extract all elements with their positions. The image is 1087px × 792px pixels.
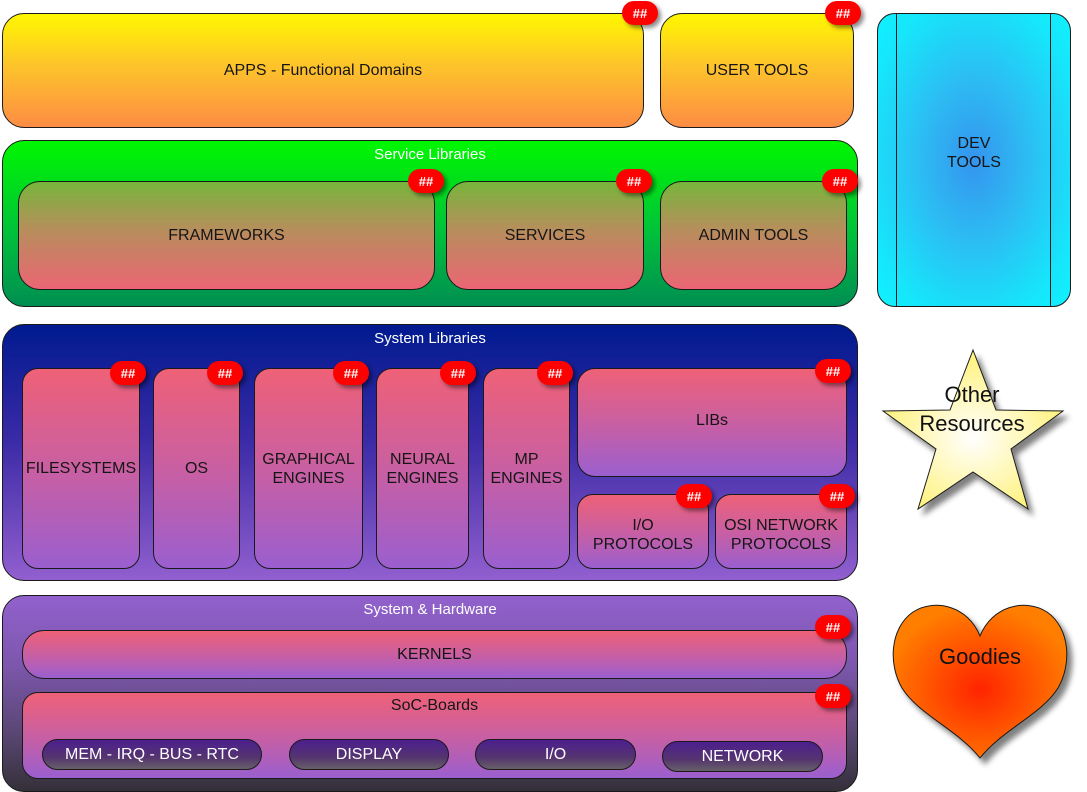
admin-tools-label: ADMIN TOOLS: [698, 227, 809, 244]
apps-functional-domains-box[interactable]: APPS - Functional Domains: [2, 13, 644, 128]
mp-engines-label: MP ENGINES: [490, 450, 563, 487]
osi-network-protocols-badge[interactable]: ##: [819, 484, 855, 508]
user-tools-badge[interactable]: ##: [825, 1, 861, 25]
mp-engines-box[interactable]: MP ENGINES: [483, 368, 570, 569]
service-libraries-title: Service Libraries: [374, 146, 486, 163]
graphical-engines-box[interactable]: GRAPHICAL ENGINES: [254, 368, 363, 569]
services-label: SERVICES: [504, 227, 586, 244]
kernels-box[interactable]: KERNELS: [22, 630, 847, 679]
osi-network-protocols-label: OSI NETWORK PROTOCOLS: [724, 516, 838, 553]
goodies-heart[interactable]: Goodies: [880, 592, 1080, 772]
kernels-badge[interactable]: ##: [815, 615, 851, 639]
io-component[interactable]: I/O: [475, 739, 636, 770]
kernels-label: KERNELS: [397, 646, 472, 663]
soc-boards-label: SoC-Boards: [390, 697, 479, 714]
neural-engines-box[interactable]: NEURAL ENGINES: [376, 368, 469, 569]
user-tools-box[interactable]: USER TOOLS: [660, 13, 854, 128]
filesystems-badge[interactable]: ##: [110, 361, 146, 385]
system-libraries-title: System Libraries: [374, 330, 486, 347]
os-badge[interactable]: ##: [207, 361, 243, 385]
mem-irq-bus-rtc-label: MEM - IRQ - BUS - RTC: [65, 745, 239, 763]
system-hardware-title: System & Hardware: [363, 601, 497, 618]
dev-tools-left-rule: [896, 14, 897, 306]
neural-engines-label: NEURAL ENGINES: [386, 450, 459, 487]
mem-irq-bus-rtc-component[interactable]: MEM - IRQ - BUS - RTC: [42, 739, 262, 770]
network-component[interactable]: NETWORK: [662, 741, 823, 772]
admin-tools-badge[interactable]: ##: [822, 169, 858, 193]
apps-badge[interactable]: ##: [622, 1, 658, 25]
heart-shape: [892, 604, 1068, 759]
services-badge[interactable]: ##: [616, 169, 652, 193]
admin-tools-box[interactable]: ADMIN TOOLS: [660, 181, 847, 290]
apps-label: APPS - Functional Domains: [223, 62, 423, 79]
dev-tools-right-rule: [1050, 14, 1051, 306]
frameworks-label: FRAMEWORKS: [168, 227, 285, 244]
graphical-engines-badge[interactable]: ##: [333, 361, 369, 385]
io-protocols-label: I/O PROTOCOLS: [592, 516, 694, 553]
libs-label: LIBs: [695, 412, 728, 429]
user-tools-label: USER TOOLS: [705, 62, 809, 79]
heart-label: Goodies: [939, 644, 1021, 669]
os-label: OS: [184, 460, 209, 477]
services-box[interactable]: SERVICES: [446, 181, 644, 290]
graphical-engines-label: GRAPHICAL ENGINES: [262, 450, 355, 487]
filesystems-box[interactable]: FILESYSTEMS: [22, 368, 140, 569]
neural-engines-badge[interactable]: ##: [440, 361, 476, 385]
network-label: NETWORK: [701, 747, 784, 765]
dev-tools-box[interactable]: DEV TOOLS: [877, 13, 1071, 307]
star-label-line1: Other: [944, 382, 999, 407]
filesystems-label: FILESYSTEMS: [25, 460, 137, 477]
display-label: DISPLAY: [335, 745, 403, 763]
display-component[interactable]: DISPLAY: [289, 739, 449, 770]
soc-boards-badge[interactable]: ##: [815, 684, 851, 708]
io-protocols-badge[interactable]: ##: [676, 484, 712, 508]
dev-tools-label: DEV TOOLS: [947, 135, 1001, 171]
mp-engines-badge[interactable]: ##: [537, 361, 573, 385]
libs-box[interactable]: LIBs: [577, 368, 847, 477]
io-label: I/O: [544, 745, 567, 763]
other-resources-star[interactable]: Other Resources: [870, 340, 1080, 525]
frameworks-badge[interactable]: ##: [408, 169, 444, 193]
star-label-line2: Resources: [919, 411, 1024, 436]
libs-badge[interactable]: ##: [815, 359, 851, 383]
os-box[interactable]: OS: [153, 368, 240, 569]
frameworks-box[interactable]: FRAMEWORKS: [18, 181, 435, 290]
